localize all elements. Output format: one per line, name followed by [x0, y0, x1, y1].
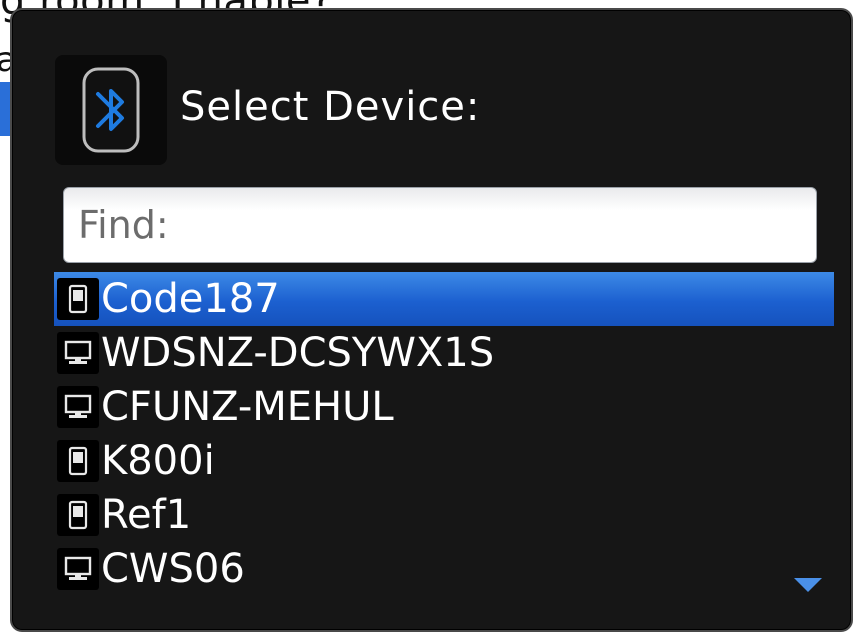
device-name: CFUNZ-MEHUL — [101, 384, 394, 430]
bluetooth-icon — [55, 55, 167, 165]
computer-icon — [57, 548, 99, 590]
device-list-item[interactable]: WDSNZ-DCSYWX1S — [54, 326, 834, 380]
device-name: WDSNZ-DCSYWX1S — [101, 330, 495, 376]
device-list-item[interactable]: CFUNZ-MEHUL — [54, 380, 834, 434]
screen: g room: Enable? a Select Device: Code187… — [0, 0, 857, 637]
phone-icon — [57, 278, 99, 320]
device-list-item[interactable]: K800i — [54, 434, 834, 488]
device-list: Code187 WDSNZ-DCSYWX1S CFUNZ-MEHUL K800i Ref… — [54, 272, 834, 596]
device-list-item[interactable]: Ref1 — [54, 488, 834, 542]
device-list-item[interactable]: Code187 — [54, 272, 834, 326]
find-input[interactable] — [63, 187, 817, 263]
computer-icon — [57, 332, 99, 374]
device-list-item[interactable]: CWS06 — [54, 542, 834, 596]
phone-icon — [57, 494, 99, 536]
select-device-dialog: Select Device: Code187 WDSNZ-DCSYWX1S CFUN… — [10, 8, 853, 632]
device-name: K800i — [101, 438, 215, 484]
device-name: CWS06 — [101, 546, 245, 592]
dialog-title: Select Device: — [180, 84, 481, 130]
computer-icon — [57, 386, 99, 428]
phone-icon — [57, 440, 99, 482]
device-name: Code187 — [101, 276, 280, 322]
scroll-down-arrow-icon[interactable] — [794, 578, 822, 592]
device-name: Ref1 — [101, 492, 192, 538]
background-app-selection — [0, 82, 10, 136]
